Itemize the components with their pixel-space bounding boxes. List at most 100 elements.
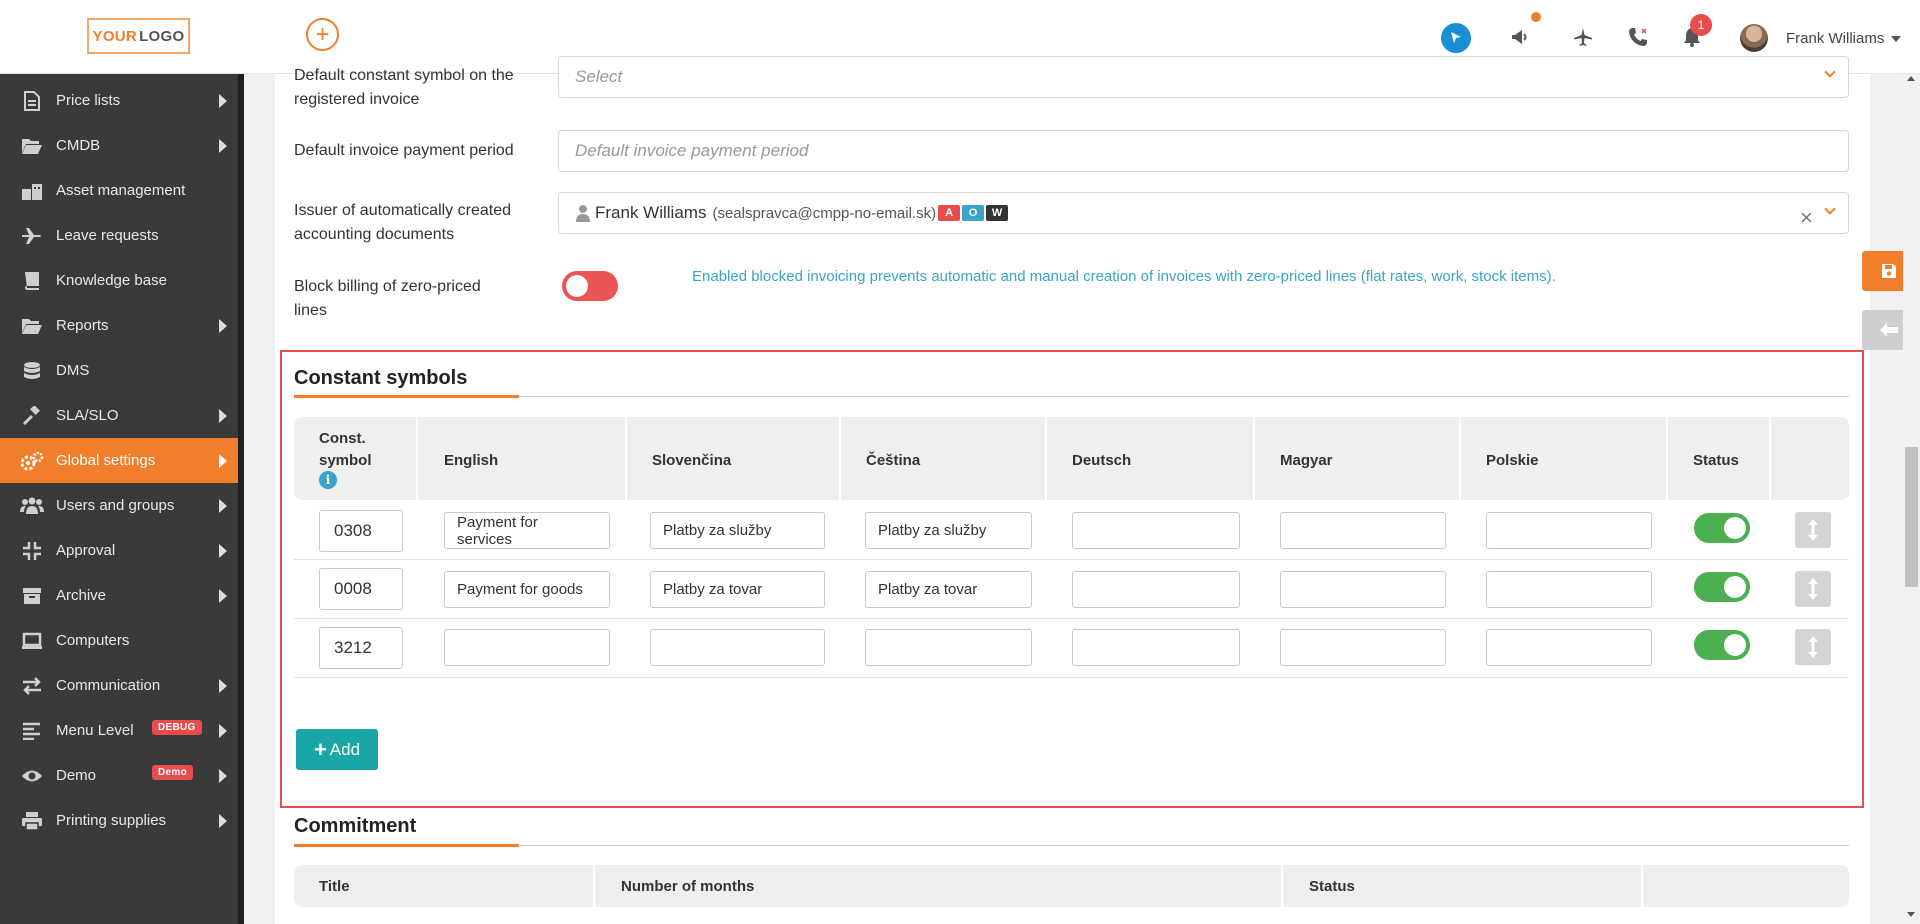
folder-open-icon xyxy=(20,314,44,338)
logo-text-logo: LOGO xyxy=(139,27,185,45)
chevron-right-icon xyxy=(219,768,227,783)
folder-open-icon xyxy=(20,134,44,158)
sidebar-item-computers[interactable]: Computers xyxy=(0,618,238,663)
scrollbar-thumb[interactable] xyxy=(1905,447,1918,587)
status-toggle[interactable] xyxy=(1694,513,1750,543)
english-input[interactable]: Payment for goods xyxy=(444,571,610,608)
magyar-input[interactable] xyxy=(1280,512,1446,549)
sidebar-item-leave-requests[interactable]: Leave requests xyxy=(0,213,238,258)
company-logo[interactable]: YOUR LOGO xyxy=(87,18,190,54)
chevron-right-icon xyxy=(219,138,227,153)
sidebar-item-archive[interactable]: Archive xyxy=(0,573,238,618)
english-input[interactable] xyxy=(444,629,610,666)
section-title: Constant symbols xyxy=(294,367,468,389)
sidebar-item-approval[interactable]: Approval xyxy=(0,528,238,573)
sidebar-item-label: Global settings xyxy=(56,452,156,469)
deutsch-input[interactable] xyxy=(1072,512,1240,549)
sidebar-scrollbar[interactable] xyxy=(238,74,244,924)
scroll-mask xyxy=(275,0,1870,74)
sidebar-item-label: Asset management xyxy=(56,182,186,199)
row-divider xyxy=(294,559,1849,560)
issuer-select[interactable]: Frank Williams (sealspravca@cmpp-no-emai… xyxy=(558,192,1849,234)
role-badge-o: O xyxy=(962,205,985,221)
code-input[interactable]: 3212 xyxy=(319,627,403,669)
slovencina-input[interactable] xyxy=(650,629,825,666)
status-toggle[interactable] xyxy=(1694,630,1750,660)
sidebar-item-users-and-groups[interactable]: Users and groups xyxy=(0,483,238,528)
slovencina-input[interactable]: Platby za služby xyxy=(650,512,825,549)
chevron-down-icon[interactable] xyxy=(1891,36,1901,42)
status-toggle[interactable] xyxy=(1694,572,1750,602)
issuer-email: (sealspravca@cmpp-no-email.sk) xyxy=(712,204,937,222)
save-icon xyxy=(1881,264,1896,278)
block-billing-toggle[interactable] xyxy=(562,271,618,301)
polskie-input[interactable] xyxy=(1486,629,1652,666)
archive-icon xyxy=(20,584,44,608)
code-input[interactable]: 0308 xyxy=(319,510,403,552)
chevron-right-icon xyxy=(219,543,227,558)
sidebar-item-communication[interactable]: Communication xyxy=(0,663,238,708)
sidebar-item-sla-slo[interactable]: SLA/SLO xyxy=(0,393,238,438)
issuer-name: Frank Williams xyxy=(595,203,707,222)
sidebar-item-label: Knowledge base xyxy=(56,272,167,289)
drag-handle-icon[interactable] xyxy=(1795,629,1831,665)
compress-icon xyxy=(20,539,44,563)
cestina-input[interactable]: Platby za služby xyxy=(865,512,1032,549)
column-header-magyar: Magyar xyxy=(1280,452,1333,469)
drag-handle-icon[interactable] xyxy=(1795,571,1831,607)
demo-badge: Demo xyxy=(152,765,193,780)
slovencina-input[interactable]: Platby za tovar xyxy=(650,571,825,608)
deutsch-input[interactable] xyxy=(1072,629,1240,666)
sidebar-item-label: Leave requests xyxy=(56,227,159,244)
add-constant-symbol-button[interactable]: + Add xyxy=(296,729,378,770)
database-icon xyxy=(20,359,44,383)
polskie-input[interactable] xyxy=(1486,571,1652,608)
chevron-right-icon xyxy=(219,813,227,828)
clear-icon[interactable]: × xyxy=(1800,205,1813,231)
column-header-code: Const. xyxy=(319,430,366,447)
row-divider xyxy=(294,618,1849,619)
sidebar-item-reports[interactable]: Reports xyxy=(0,303,238,348)
polskie-input[interactable] xyxy=(1486,512,1652,549)
column-header-polskie: Polskie xyxy=(1486,452,1539,469)
sidebar-item-dms[interactable]: DMS xyxy=(0,348,238,393)
title-underline xyxy=(294,395,519,398)
block-billing-info: Enabled blocked invoicing prevents autom… xyxy=(692,268,1556,285)
scroll-up-icon[interactable] xyxy=(1907,76,1915,81)
magyar-input[interactable] xyxy=(1280,629,1446,666)
drag-handle-icon[interactable] xyxy=(1795,512,1831,548)
role-badge-w: W xyxy=(986,205,1009,221)
magyar-input[interactable] xyxy=(1280,571,1446,608)
scroll-down-icon[interactable] xyxy=(1907,912,1915,917)
sidebar-item-global-settings[interactable]: Global settings xyxy=(0,438,238,483)
sidebar-item-menu-level[interactable]: Menu Level DEBUG xyxy=(0,708,238,753)
sidebar-item-printing-supplies[interactable]: Printing supplies xyxy=(0,798,238,843)
cestina-input[interactable] xyxy=(865,629,1032,666)
issuer-label: Issuer of automatically created accounti… xyxy=(294,202,511,243)
exchange-icon xyxy=(20,674,44,698)
deutsch-input[interactable] xyxy=(1072,571,1240,608)
sidebar-item-asset-management[interactable]: Asset management xyxy=(0,168,238,213)
chevron-right-icon xyxy=(219,498,227,513)
sidebar-item-label: Computers xyxy=(56,632,130,649)
column-header-title: Title xyxy=(319,878,350,895)
cestina-input[interactable]: Platby za tovar xyxy=(865,571,1032,608)
document-icon xyxy=(20,89,44,113)
sidebar-item-knowledge-base[interactable]: Knowledge base xyxy=(0,258,238,303)
debug-badge: DEBUG xyxy=(152,720,202,735)
info-icon[interactable]: i xyxy=(319,471,337,489)
cogs-icon xyxy=(20,449,44,473)
sidebar-item-demo[interactable]: Demo Demo xyxy=(0,753,238,798)
arrow-left-icon xyxy=(1879,323,1898,337)
payment-period-input[interactable]: Default invoice payment period xyxy=(558,130,1849,172)
title-underline xyxy=(294,844,519,847)
sidebar-item-price-lists[interactable]: Price lists xyxy=(0,78,238,123)
column-header-deutsch: Deutsch xyxy=(1072,452,1132,469)
sidebar-item-cmdb[interactable]: CMDB xyxy=(0,123,238,168)
asset-icon xyxy=(20,179,44,203)
sidebar-item-label: Archive xyxy=(56,587,107,604)
divider xyxy=(294,845,1849,846)
english-input[interactable]: Payment for services xyxy=(444,512,610,549)
code-input[interactable]: 0008 xyxy=(319,568,403,610)
role-badge-a: A xyxy=(938,205,961,221)
